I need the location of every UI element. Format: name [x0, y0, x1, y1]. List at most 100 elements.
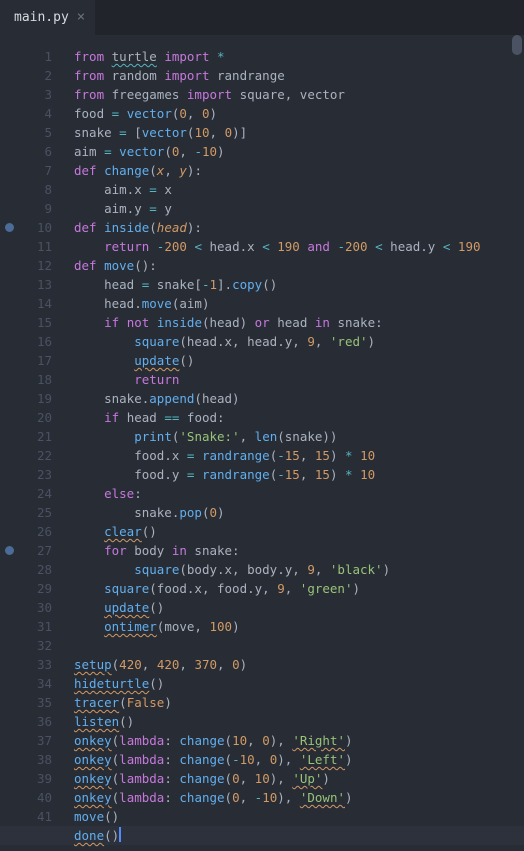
line-number[interactable]: 37: [18, 731, 52, 750]
code-line[interactable]: return -200 < head.x < 190 and -200 < he…: [74, 237, 524, 256]
line-number[interactable]: 15: [18, 313, 52, 332]
code-line[interactable]: head = snake[-1].copy(): [74, 275, 524, 294]
line-number[interactable]: 17: [18, 351, 52, 370]
breakpoint-slot[interactable]: [0, 47, 18, 66]
code-line[interactable]: return: [74, 370, 524, 389]
code-line[interactable]: snake = [vector(10, 0)]: [74, 123, 524, 142]
breakpoint-slot[interactable]: [0, 180, 18, 199]
line-number[interactable]: 20: [18, 408, 52, 427]
breakpoint-slot[interactable]: [0, 85, 18, 104]
code-line[interactable]: update(): [74, 351, 524, 370]
line-number[interactable]: 41: [18, 807, 52, 826]
code-line[interactable]: from turtle import *: [74, 47, 524, 66]
code-editor[interactable]: 1234567891011121314151617181920212223242…: [0, 35, 524, 851]
code-line[interactable]: snake.pop(0): [74, 503, 524, 522]
code-line[interactable]: update(): [74, 598, 524, 617]
breakpoint-slot[interactable]: [0, 579, 18, 598]
line-number[interactable]: 10: [18, 218, 52, 237]
code-line[interactable]: aim.x = x: [74, 180, 524, 199]
line-number[interactable]: 7: [18, 161, 52, 180]
breakpoint-slot[interactable]: [0, 712, 18, 731]
code-line[interactable]: food.y = randrange(-15, 15) * 10: [74, 465, 524, 484]
line-number[interactable]: 30: [18, 598, 52, 617]
code-line[interactable]: onkey(lambda: change(-10, 0), 'Left'): [74, 750, 524, 769]
line-number[interactable]: 29: [18, 579, 52, 598]
code-line[interactable]: snake.append(head): [74, 389, 524, 408]
code-line[interactable]: clear(): [74, 522, 524, 541]
breakpoint-slot[interactable]: [0, 769, 18, 788]
line-number[interactable]: 38: [18, 750, 52, 769]
line-number[interactable]: 27: [18, 541, 52, 560]
code-line[interactable]: onkey(lambda: change(0, 10), 'Up'): [74, 769, 524, 788]
breakpoint-slot[interactable]: [0, 484, 18, 503]
breakpoint-slot[interactable]: [0, 788, 18, 807]
line-number[interactable]: 12: [18, 256, 52, 275]
line-number-gutter[interactable]: 1234567891011121314151617181920212223242…: [18, 35, 70, 851]
line-number[interactable]: 4: [18, 104, 52, 123]
code-area[interactable]: from turtle import *from random import r…: [70, 35, 524, 851]
close-icon[interactable]: ×: [77, 10, 85, 24]
breakpoint-slot[interactable]: [0, 655, 18, 674]
breakpoint-icon[interactable]: [5, 223, 14, 232]
code-line[interactable]: aim.y = y: [74, 199, 524, 218]
breakpoint-icon[interactable]: [5, 546, 14, 555]
line-number[interactable]: 19: [18, 389, 52, 408]
code-line[interactable]: if head == food:: [74, 408, 524, 427]
breakpoint-slot[interactable]: [0, 617, 18, 636]
code-line[interactable]: head.move(aim): [74, 294, 524, 313]
code-line[interactable]: print('Snake:', len(snake)): [74, 427, 524, 446]
line-number[interactable]: 34: [18, 674, 52, 693]
breakpoint-slot[interactable]: [0, 351, 18, 370]
code-line[interactable]: ontimer(move, 100): [74, 617, 524, 636]
code-line[interactable]: square(food.x, food.y, 9, 'green'): [74, 579, 524, 598]
breakpoint-slot[interactable]: [0, 427, 18, 446]
breakpoint-slot[interactable]: [0, 408, 18, 427]
line-number[interactable]: 25: [18, 503, 52, 522]
code-line[interactable]: food.x = randrange(-15, 15) * 10: [74, 446, 524, 465]
line-number[interactable]: 39: [18, 769, 52, 788]
code-line[interactable]: setup(420, 420, 370, 0): [74, 655, 524, 674]
line-number[interactable]: 5: [18, 123, 52, 142]
breakpoint-slot[interactable]: [0, 161, 18, 180]
code-line[interactable]: def change(x, y):: [74, 161, 524, 180]
breakpoint-slot[interactable]: [0, 256, 18, 275]
breakpoint-slot[interactable]: [0, 370, 18, 389]
code-line[interactable]: onkey(lambda: change(10, 0), 'Right'): [74, 731, 524, 750]
code-line[interactable]: if not inside(head) or head in snake:: [74, 313, 524, 332]
line-number[interactable]: 35: [18, 693, 52, 712]
code-line[interactable]: square(body.x, body.y, 9, 'black'): [74, 560, 524, 579]
breakpoint-slot[interactable]: [0, 275, 18, 294]
line-number[interactable]: 21: [18, 427, 52, 446]
breakpoint-slot[interactable]: [0, 218, 18, 237]
line-number[interactable]: 36: [18, 712, 52, 731]
code-line[interactable]: square(head.x, head.y, 9, 'red'): [74, 332, 524, 351]
breakpoint-slot[interactable]: [0, 332, 18, 351]
line-number[interactable]: 18: [18, 370, 52, 389]
code-line[interactable]: tracer(False): [74, 693, 524, 712]
breakpoint-slot[interactable]: [0, 636, 18, 655]
line-number[interactable]: 2: [18, 66, 52, 85]
breakpoint-slot[interactable]: [0, 237, 18, 256]
line-number[interactable]: 16: [18, 332, 52, 351]
breakpoint-gutter[interactable]: [0, 35, 18, 851]
breakpoint-slot[interactable]: [0, 541, 18, 560]
code-line[interactable]: def inside(head):: [74, 218, 524, 237]
code-line[interactable]: listen(): [74, 712, 524, 731]
code-line[interactable]: def move():: [74, 256, 524, 275]
code-line[interactable]: aim = vector(0, -10): [74, 142, 524, 161]
file-tab[interactable]: main.py ×: [0, 0, 95, 35]
line-number[interactable]: 32: [18, 636, 52, 655]
line-number[interactable]: 40: [18, 788, 52, 807]
line-number[interactable]: 13: [18, 275, 52, 294]
breakpoint-slot[interactable]: [0, 693, 18, 712]
line-number[interactable]: 24: [18, 484, 52, 503]
code-line[interactable]: from random import randrange: [74, 66, 524, 85]
breakpoint-slot[interactable]: [0, 522, 18, 541]
line-number[interactable]: 3: [18, 85, 52, 104]
code-line[interactable]: onkey(lambda: change(0, -10), 'Down'): [74, 788, 524, 807]
line-number[interactable]: 22: [18, 446, 52, 465]
line-number[interactable]: 28: [18, 560, 52, 579]
breakpoint-slot[interactable]: [0, 750, 18, 769]
code-line[interactable]: for body in snake:: [74, 541, 524, 560]
line-number[interactable]: 23: [18, 465, 52, 484]
